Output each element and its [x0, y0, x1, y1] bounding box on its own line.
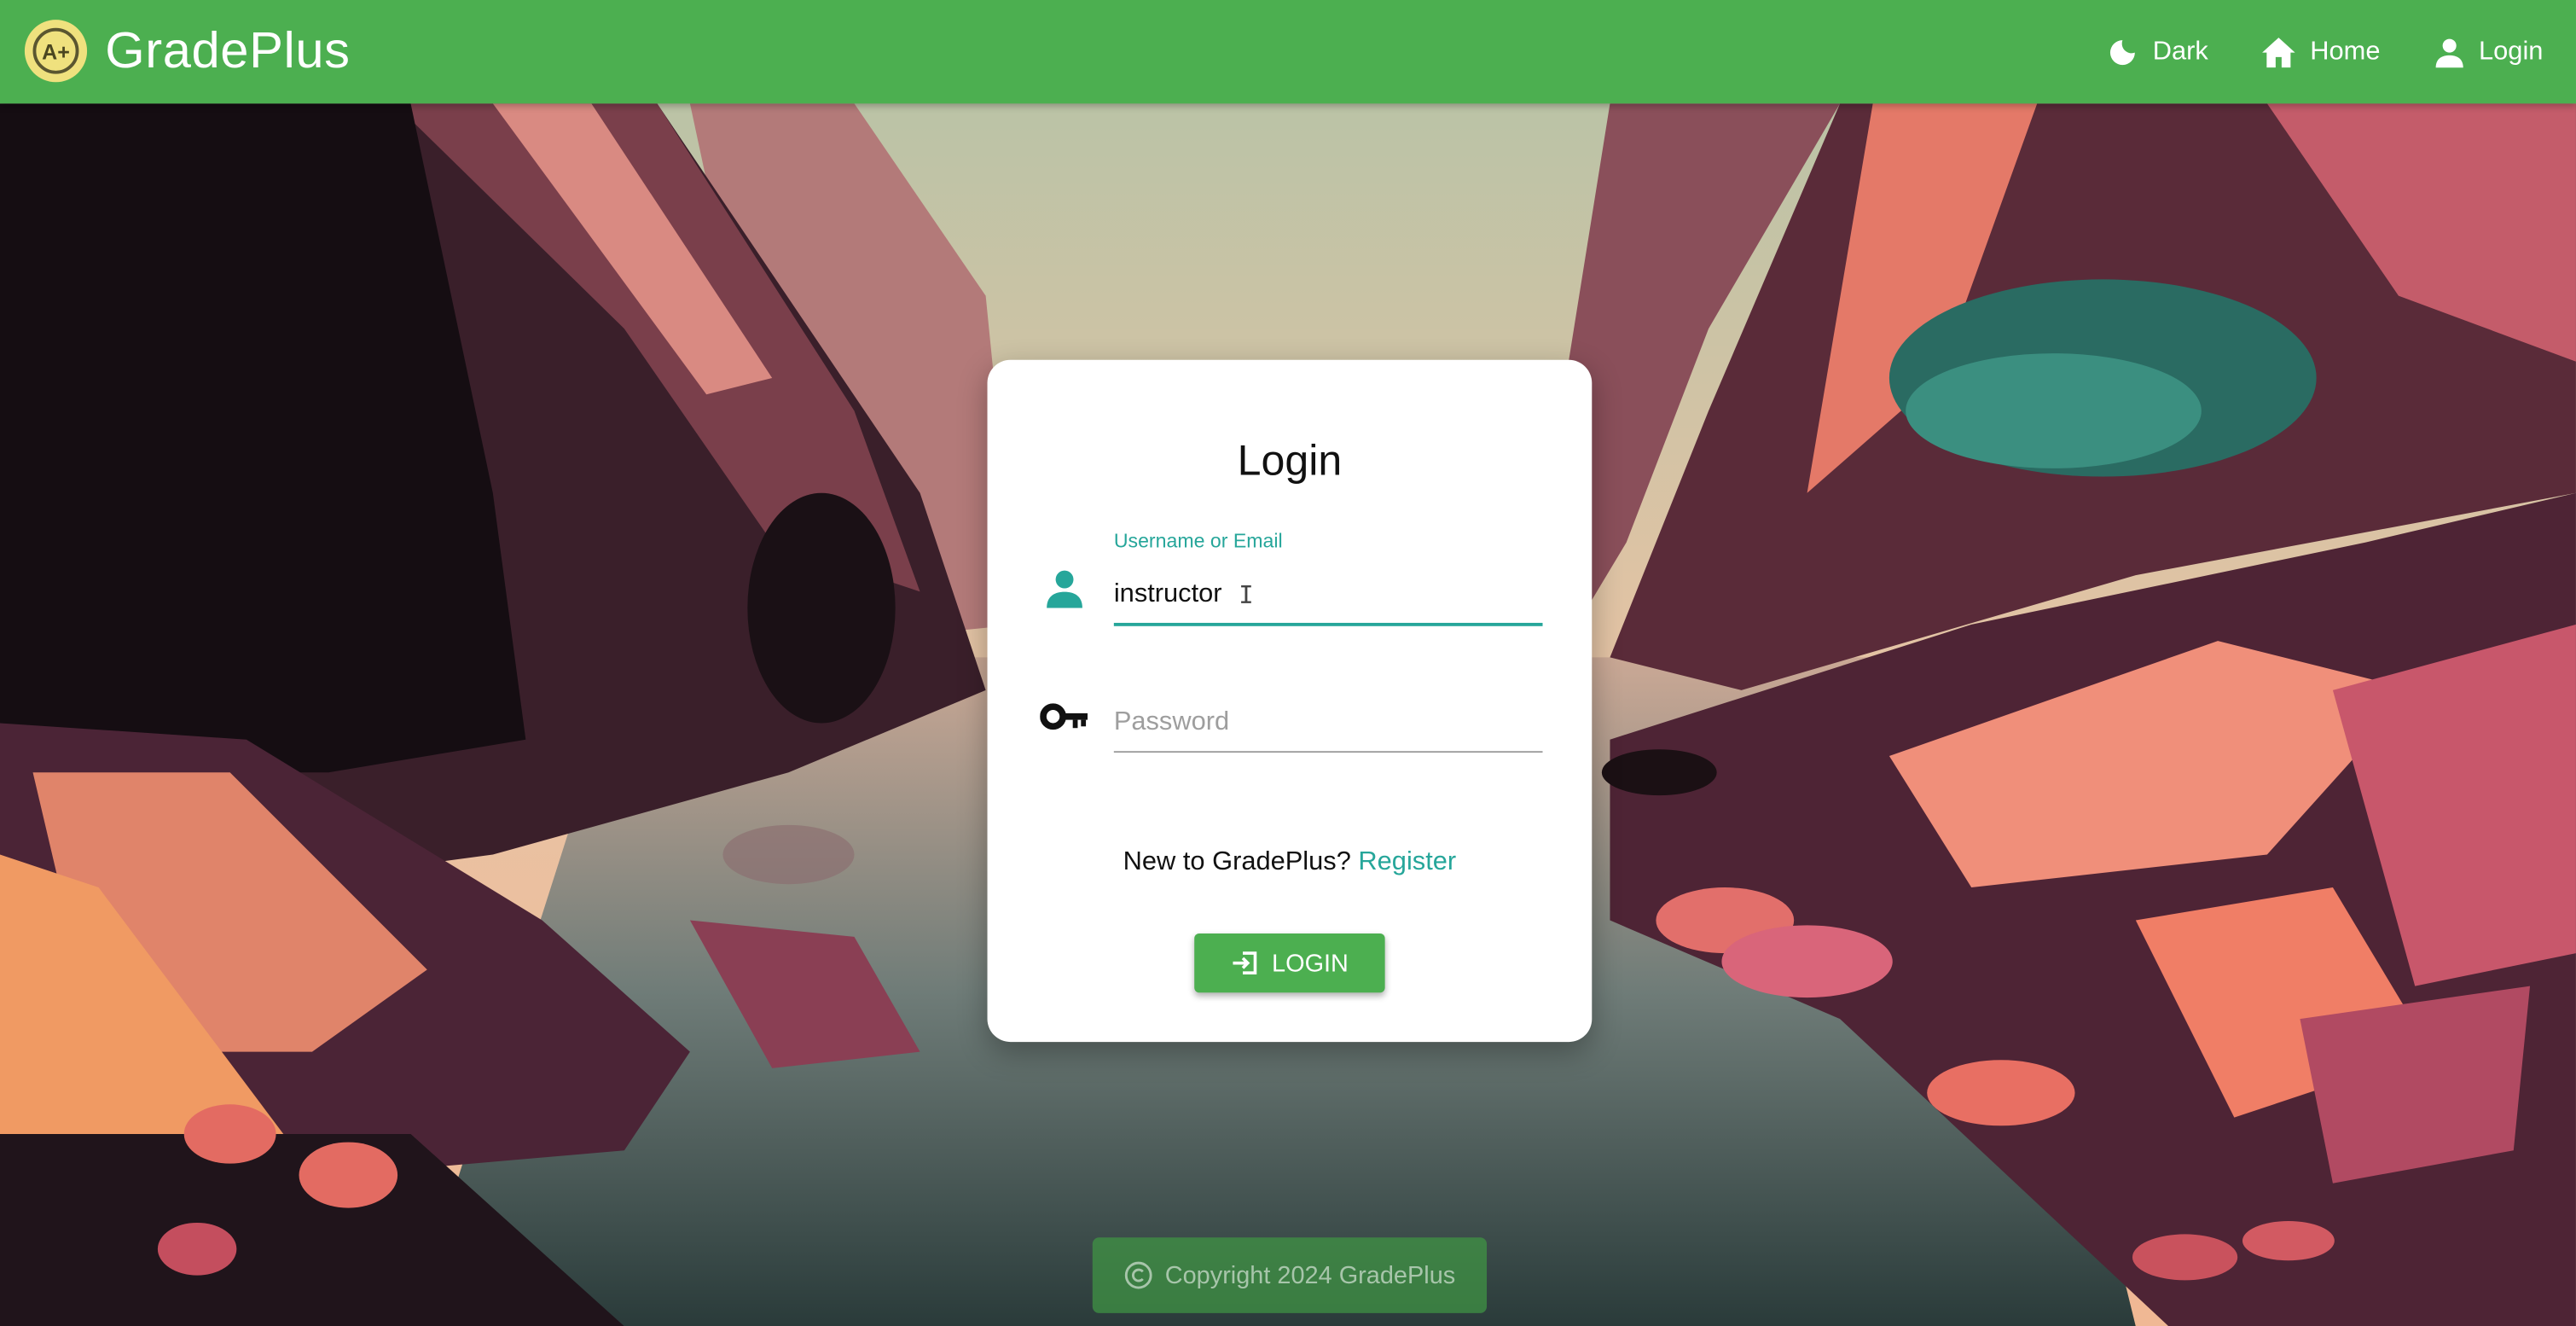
username-input[interactable]	[1113, 567, 1543, 626]
login-title: Login	[1237, 435, 1343, 486]
nav-dark-label: Dark	[2152, 37, 2208, 66]
person-icon	[2435, 38, 2463, 67]
footer: Copyright 2024 GradePlus	[1092, 1237, 1488, 1313]
register-prompt-line: New to GradePlus? Register	[988, 848, 1593, 878]
nav-login-label: Login	[2479, 37, 2544, 66]
nav-login-link[interactable]: Login	[2433, 35, 2543, 68]
key-icon	[1040, 703, 1088, 730]
app-root: A+ GradePlus Dark Home Login Login Usern…	[0, 0, 2576, 1326]
top-navbar: A+ GradePlus Dark Home Login	[0, 0, 2576, 104]
nav-home-label: Home	[2310, 37, 2381, 66]
login-card: Login Username or Email I New to GradePl…	[987, 359, 1593, 1043]
footer-copyright-text: Copyright 2024 GradePlus	[1164, 1261, 1456, 1289]
brand-home-link[interactable]: A+ GradePlus	[24, 20, 351, 83]
register-prompt: New to GradePlus?	[1123, 847, 1351, 876]
login-submit-button[interactable]: LOGIN	[1194, 933, 1385, 993]
home-icon	[2262, 37, 2295, 67]
app-name: GradePlus	[105, 21, 351, 79]
gradeplus-logo-icon: A+	[24, 20, 88, 83]
copyright-icon	[1125, 1261, 1152, 1289]
logo-badge: A+	[32, 27, 79, 74]
login-button-label: LOGIN	[1272, 949, 1349, 978]
person-icon	[1047, 570, 1082, 608]
moon-icon	[2110, 39, 2136, 65]
nav-home-link[interactable]: Home	[2260, 35, 2380, 68]
register-link[interactable]: Register	[1358, 848, 1456, 876]
password-input[interactable]	[1113, 695, 1543, 753]
nav-links: Dark Home Login	[2054, 0, 2543, 103]
text-cursor-icon: I	[1239, 579, 1254, 610]
username-label: Username or Email	[1113, 529, 1283, 553]
login-arrow-icon	[1233, 951, 1257, 974]
nav-dark-mode-toggle[interactable]: Dark	[2107, 35, 2208, 68]
